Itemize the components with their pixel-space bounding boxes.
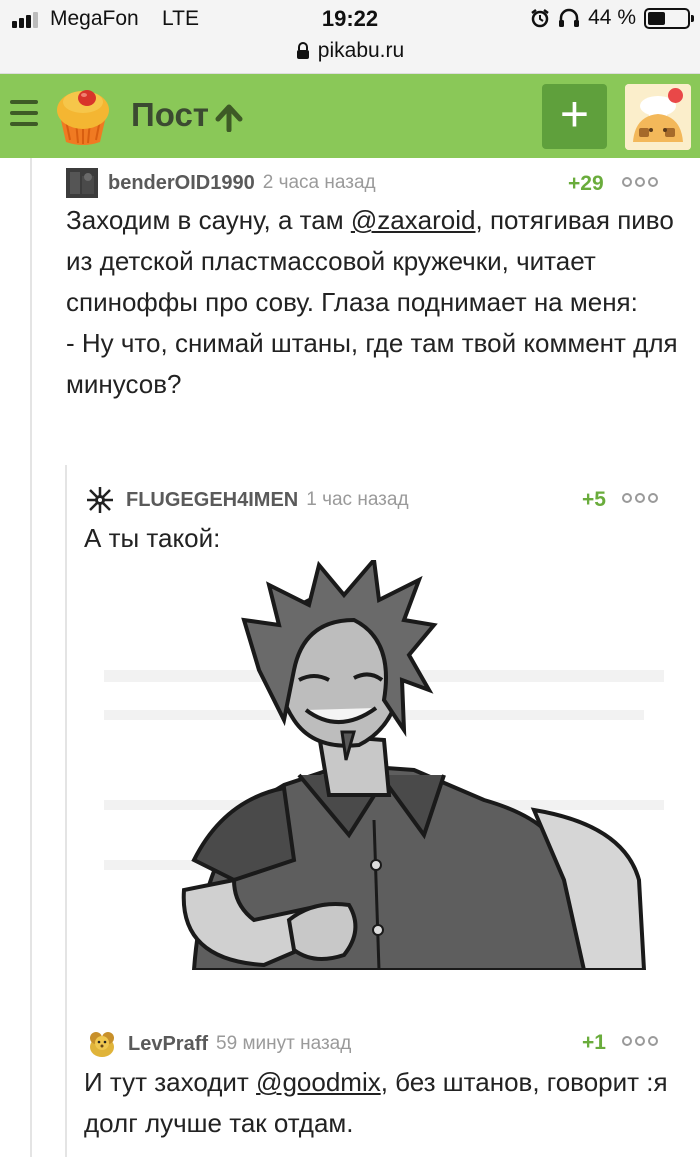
comment-text: А ты такой: [84,523,221,553]
comment-text-part: Заходим в сауну, а там [66,205,351,235]
user-avatar-flugegeh[interactable] [84,485,116,515]
pikabu-logo[interactable] [52,86,114,148]
comment-author[interactable]: FLUGEGEH4IMEN [126,489,298,512]
thread-line [65,465,67,1157]
user-avatar[interactable] [625,84,691,150]
comment-rating: +1 [582,1031,606,1054]
comment-header: FLUGEGEH4IMEN 1 час назад [84,485,409,515]
comment-time: 59 минут назад [216,1033,352,1054]
comment-text-part: - Ну что, снимай штаны, где там твой ком… [66,328,678,399]
more-dots-icon[interactable] [622,1036,658,1046]
comment-rating: +5 [582,488,606,511]
comment-text-part: И тут заходит [84,1067,257,1097]
headphones-icon [559,8,580,27]
mention-link[interactable]: @goodmix [256,1067,381,1097]
battery-percent: 44 % [588,6,636,29]
more-dots-icon[interactable] [622,177,658,187]
more-dots-icon[interactable] [622,493,658,503]
url-bar[interactable]: pikabu.ru [0,38,700,74]
comment-author[interactable]: LevPraff [128,1033,208,1056]
hamburger-icon[interactable] [10,100,38,130]
comment-time: 2 часа назад [262,172,376,193]
add-post-button[interactable]: + [542,84,607,149]
url-text: pikabu.ru [317,39,405,62]
battery-icon [644,7,694,29]
comment-text: И тут заходит @goodmix, без штанов, гово… [84,1062,684,1144]
status-right: 44 % [530,6,694,30]
comment-header: LevPraff 59 минут назад [86,1029,351,1059]
arrow-up-icon[interactable] [214,104,244,132]
comment-time: 1 час назад [306,489,409,510]
user-avatar-benderoid[interactable] [66,168,98,198]
comment-text: Заходим в сауну, а там @zaxaroid, потяги… [66,200,686,405]
lock-icon [296,42,309,59]
app-header: Пост + [0,74,700,158]
comment-author[interactable]: benderOID1990 [108,172,255,195]
comment-rating: +29 [568,172,604,195]
page-title: Пост [131,96,209,133]
alarm-icon [531,9,549,28]
user-avatar-levpraff[interactable] [86,1029,118,1059]
status-bar: MegaFon LTE 19:22 44 % [0,0,700,38]
comment-header: benderOID1990 2 часа назад [66,168,376,198]
notification-badge [668,88,683,103]
comment-image[interactable] [84,560,684,970]
thread-line [30,158,32,1157]
mention-link[interactable]: @zaxaroid [351,205,476,235]
